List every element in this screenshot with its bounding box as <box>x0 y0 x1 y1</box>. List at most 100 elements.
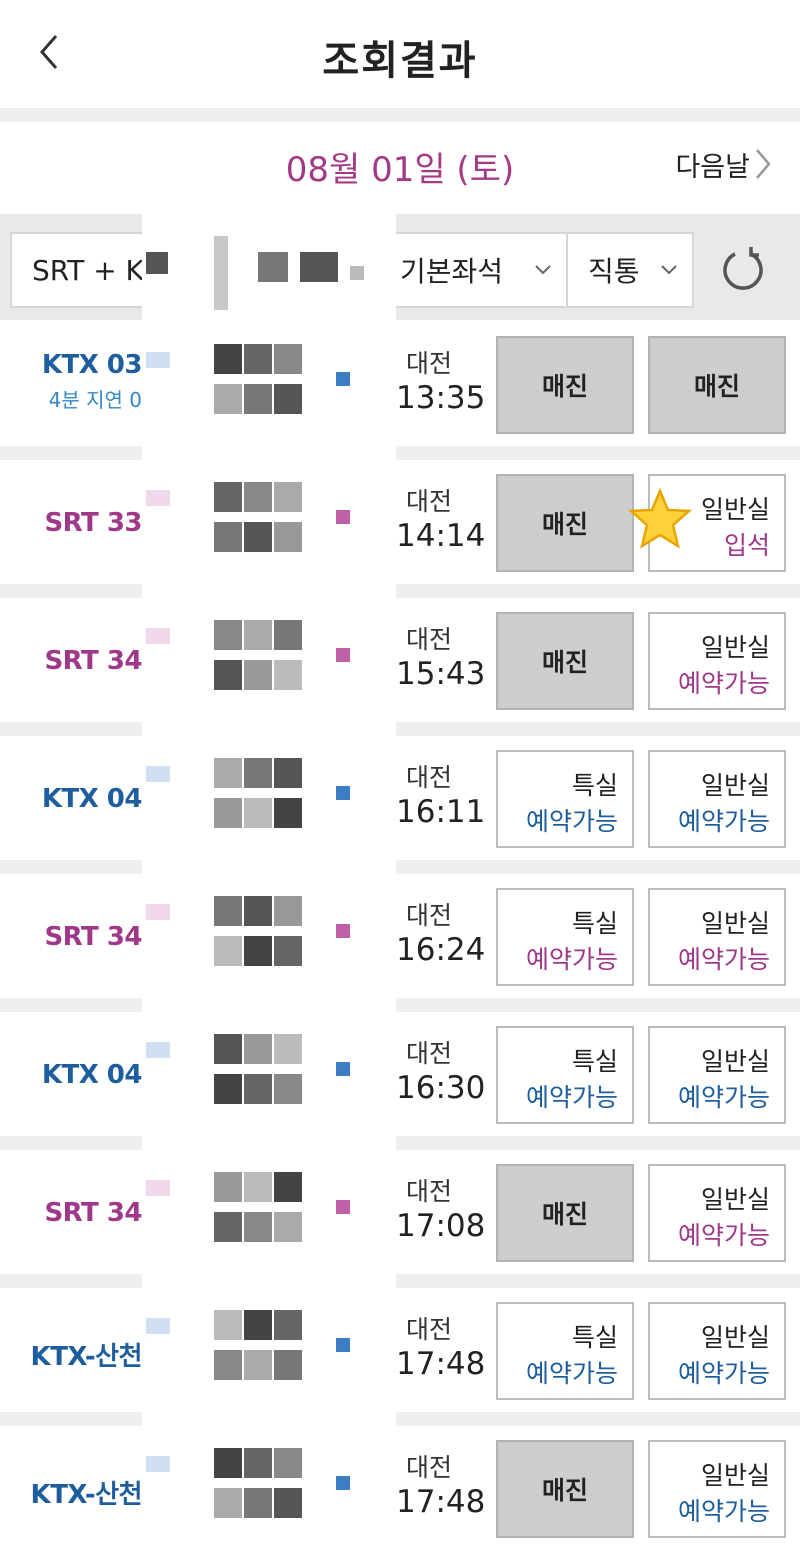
star-icon <box>628 488 692 549</box>
standard-seat-button[interactable]: 일반실 예약가능 <box>648 612 786 710</box>
seat-status-label: 입석 <box>723 531 770 560</box>
first-class-seat-button[interactable]: 매진 <box>496 336 634 434</box>
redaction-block <box>214 1488 242 1518</box>
first-class-seat-button[interactable]: 특실 예약가능 <box>496 888 634 986</box>
train-row[interactable]: KTX 04 대전 16:30 특실 예약가능 일반실 예약가능 <box>0 1012 800 1136</box>
sold-out-label: 매진 <box>541 1476 588 1505</box>
redaction-block <box>244 384 272 414</box>
redaction-block <box>146 490 170 506</box>
first-class-seat-button[interactable]: 매진 <box>496 474 634 572</box>
sold-out-label: 매진 <box>541 510 588 539</box>
seat-class-label: 일반실 <box>700 1323 770 1352</box>
redaction-block <box>146 1042 170 1058</box>
redaction-block <box>274 344 302 374</box>
first-class-seat-button[interactable]: 특실 예약가능 <box>496 1302 634 1400</box>
first-class-seat-button[interactable]: 특실 예약가능 <box>496 1026 634 1124</box>
seat-type-value: 기본좌석 <box>400 255 504 288</box>
seat-class-label: 특실 <box>571 909 618 938</box>
first-class-seat-button[interactable]: 매진 <box>496 1440 634 1538</box>
standard-seat-button[interactable]: 매진 <box>648 336 786 434</box>
seat-status-label: 예약가능 <box>677 1359 770 1388</box>
departure-station: 대전 <box>406 1177 453 1206</box>
redaction-block <box>244 1074 272 1104</box>
redaction-block <box>146 766 170 782</box>
direct-select[interactable]: 직통 <box>566 232 694 308</box>
redaction-block <box>214 1310 242 1340</box>
seat-class-label: 일반실 <box>700 909 770 938</box>
redaction-block <box>274 660 302 690</box>
next-day-button[interactable]: 다음날 <box>675 146 772 183</box>
standard-seat-button[interactable]: 일반실 예약가능 <box>648 1164 786 1262</box>
redaction-block <box>274 522 302 552</box>
redaction-block <box>146 904 170 920</box>
redaction-block <box>274 798 302 828</box>
sold-out-label: 매진 <box>541 1200 588 1229</box>
departure-station: 대전 <box>406 349 453 378</box>
seat-status-label: 예약가능 <box>677 1083 770 1112</box>
redaction-block <box>244 1172 272 1202</box>
departure-time: 17:48 <box>396 1484 486 1520</box>
standard-seat-button[interactable]: 일반실 예약가능 <box>648 1302 786 1400</box>
redaction-block <box>214 522 242 552</box>
seat-type-select[interactable]: 기본좌석 <box>390 232 568 308</box>
color-badge <box>336 1200 350 1214</box>
train-row[interactable]: KTX 04 대전 16:11 특실 예약가능 일반실 예약가능 <box>0 736 800 860</box>
train-row[interactable]: KTX-산천 대전 17:48 특실 예약가능 일반실 예약가능 <box>0 1288 800 1412</box>
departure-station: 대전 <box>406 763 453 792</box>
redaction-block <box>146 252 168 274</box>
train-row[interactable]: SRT 34 대전 17:08 매진 일반실 예약가능 <box>0 1150 800 1274</box>
seat-class-label: 일반실 <box>700 1047 770 1076</box>
color-badge <box>336 924 350 938</box>
color-badge <box>336 1062 350 1076</box>
standard-seat-button[interactable]: 일반실 예약가능 <box>648 1026 786 1124</box>
row-divider <box>0 1412 800 1426</box>
chevron-right-icon <box>756 149 771 179</box>
first-class-seat-button[interactable]: 특실 예약가능 <box>496 750 634 848</box>
train-name: SRT 33 <box>44 508 142 538</box>
redaction-block <box>214 482 242 512</box>
redaction-block <box>146 628 170 644</box>
row-divider <box>0 998 800 1012</box>
departure-time: 17:48 <box>396 1346 486 1382</box>
train-row[interactable]: KTX-산천 대전 17:48 매진 일반실 예약가능 <box>0 1426 800 1550</box>
redaction-block <box>214 1212 242 1242</box>
train-name: KTX-산천 <box>30 1342 143 1372</box>
redaction-block <box>274 758 302 788</box>
redaction-block <box>214 344 242 374</box>
redaction-block <box>244 620 272 650</box>
first-class-seat-button[interactable]: 매진 <box>496 1164 634 1262</box>
departure-station: 대전 <box>406 1453 453 1482</box>
redaction-block <box>244 1488 272 1518</box>
train-row[interactable]: KTX 03 4분 지연 0 대전 13:35 매진 매진 <box>0 322 800 446</box>
redaction-block <box>146 352 170 368</box>
departure-station: 대전 <box>406 1315 453 1344</box>
seat-class-label: 특실 <box>571 1323 618 1352</box>
redaction-block <box>274 620 302 650</box>
train-row[interactable]: SRT 34 대전 15:43 매진 일반실 예약가능 <box>0 598 800 722</box>
color-badge <box>336 510 350 524</box>
chevron-down-icon <box>535 265 551 275</box>
departure-station: 대전 <box>406 1039 453 1068</box>
standard-seat-button[interactable]: 일반실 예약가능 <box>648 750 786 848</box>
sold-out-label: 매진 <box>693 372 740 401</box>
direct-value: 직통 <box>588 255 640 288</box>
train-name: SRT 34 <box>44 922 142 952</box>
first-class-seat-button[interactable]: 매진 <box>496 612 634 710</box>
train-row[interactable]: SRT 34 대전 16:24 특실 예약가능 일반실 예약가능 <box>0 874 800 998</box>
color-badge <box>336 372 350 386</box>
refresh-icon[interactable] <box>718 244 768 294</box>
row-divider <box>0 584 800 598</box>
seat-class-label: 일반실 <box>700 633 770 662</box>
row-divider <box>0 1274 800 1288</box>
standard-seat-button[interactable]: 일반실 예약가능 <box>648 888 786 986</box>
standard-seat-button[interactable]: 일반실 예약가능 <box>648 1440 786 1538</box>
redaction-block <box>214 384 242 414</box>
redaction-block <box>146 1318 170 1334</box>
train-row[interactable]: SRT 33 대전 14:14 매진 일반실 입석 <box>0 460 800 584</box>
redaction-block <box>214 1074 242 1104</box>
train-name: KTX 04 <box>41 784 143 814</box>
redaction-block <box>244 1310 272 1340</box>
color-badge <box>336 786 350 800</box>
train-name: KTX 04 <box>41 1060 143 1090</box>
page-title: 조회결과 <box>322 38 478 84</box>
